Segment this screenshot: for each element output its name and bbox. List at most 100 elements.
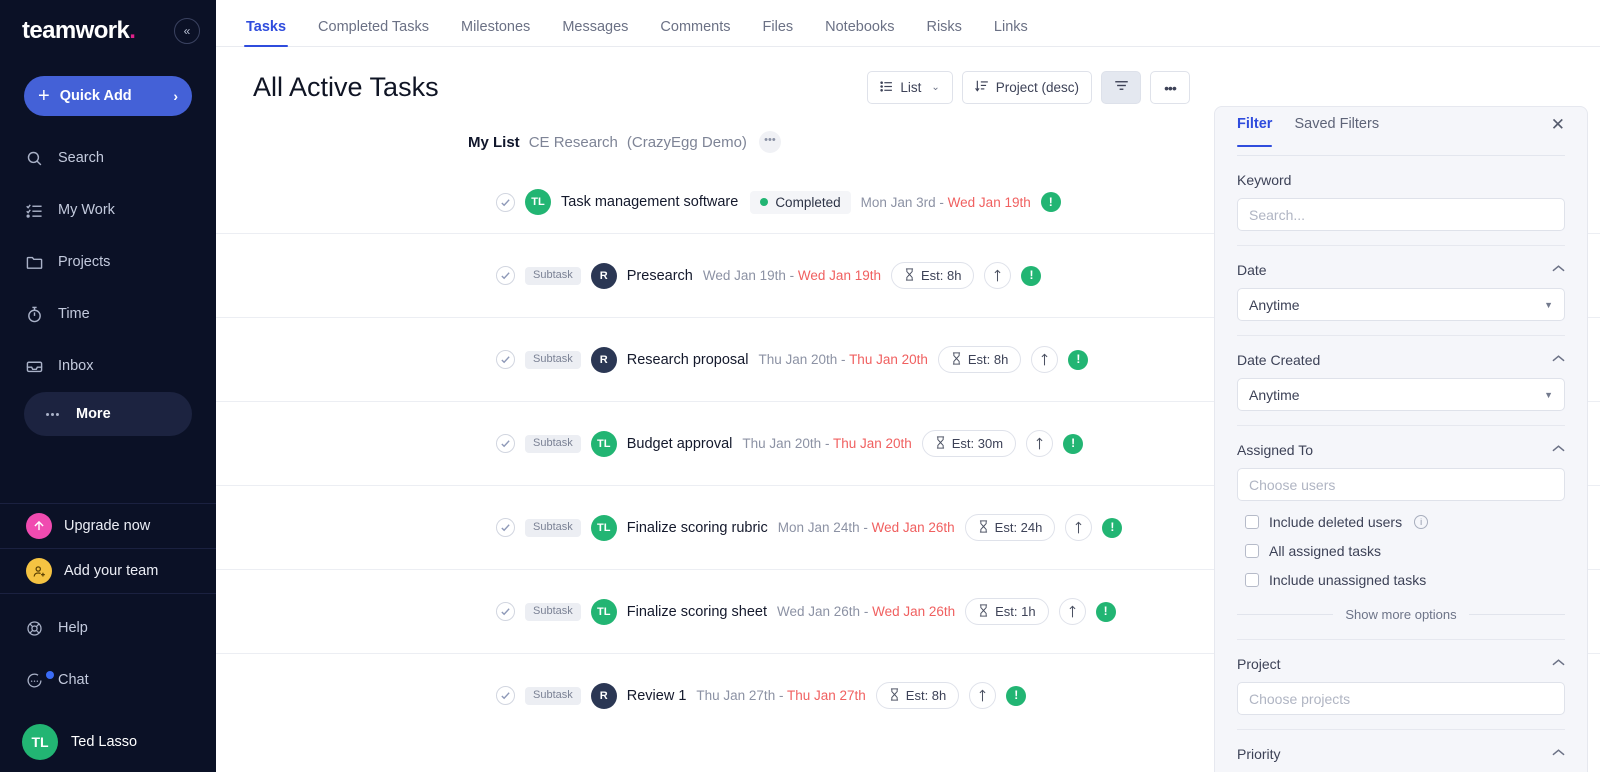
priority-badge[interactable]: ! (1068, 349, 1089, 370)
checkbox-box[interactable] (1245, 515, 1259, 529)
tab-notebooks[interactable]: Notebooks (809, 19, 910, 47)
close-icon[interactable]: ✕ (1551, 116, 1565, 147)
estimate-badge[interactable]: Est: 24h (964, 514, 1056, 541)
estimate-badge[interactable]: Est: 1h (965, 598, 1049, 625)
estimate-badge[interactable]: Est: 8h (890, 262, 975, 289)
user-profile-row[interactable]: TL Ted Lasso (0, 712, 216, 772)
task-complete-checkbox[interactable] (496, 518, 515, 537)
assignee-avatar[interactable]: TL (590, 598, 617, 625)
quick-add-button[interactable]: + Quick Add › (24, 76, 192, 116)
add-your-team-button[interactable]: Add your team (0, 549, 216, 593)
task-complete-checkbox[interactable] (496, 434, 515, 453)
chevron-up-icon[interactable] (1552, 264, 1565, 276)
move-task-button[interactable] (1031, 346, 1059, 373)
sidebar-item-my-work[interactable]: My Work (0, 184, 216, 236)
priority-badge[interactable]: ! (1102, 517, 1123, 538)
more-options-button[interactable]: ••• (1150, 71, 1190, 104)
task-name[interactable]: Presearch (627, 268, 693, 284)
priority-label: ! (1071, 436, 1076, 450)
task-complete-checkbox[interactable] (496, 602, 515, 621)
move-task-button[interactable] (1026, 430, 1054, 457)
chevron-up-icon[interactable] (1552, 444, 1565, 456)
assignee-avatar[interactable]: TL (590, 430, 617, 457)
choose-projects-input[interactable]: Choose projects (1237, 682, 1565, 715)
move-task-button[interactable] (969, 682, 997, 709)
estimate-badge[interactable]: Est: 8h (937, 346, 1022, 373)
tab-messages[interactable]: Messages (546, 19, 644, 47)
keyword-search-input[interactable]: Search... (1237, 198, 1565, 231)
assignee-avatar[interactable]: R (590, 262, 617, 289)
estimate-badge[interactable]: Est: 30m (921, 430, 1017, 457)
priority-badge[interactable]: ! (1021, 265, 1042, 286)
task-complete-checkbox[interactable] (496, 686, 515, 705)
sidebar-item-chat[interactable]: Chat (0, 654, 216, 706)
move-task-button[interactable] (1065, 514, 1093, 541)
checkbox-box[interactable] (1245, 573, 1259, 587)
sidebar-item-search[interactable]: Search (0, 132, 216, 184)
tab-filter[interactable]: Filter (1237, 116, 1273, 147)
task-complete-checkbox[interactable] (496, 266, 515, 285)
sidebar-item-inbox[interactable]: Inbox (0, 340, 216, 392)
sort-button[interactable]: Project (desc) (961, 71, 1092, 104)
estimate-badge[interactable]: Est: 8h (875, 682, 960, 709)
upgrade-now-button[interactable]: Upgrade now (0, 504, 216, 548)
priority-badge[interactable]: ! (1063, 433, 1084, 454)
search-icon (26, 150, 52, 167)
tab-saved-filters[interactable]: Saved Filters (1294, 116, 1379, 146)
sidebar-item-time[interactable]: Time (0, 288, 216, 340)
checkbox-box[interactable] (1245, 544, 1259, 558)
list-more-button[interactable]: ••• (758, 131, 781, 153)
date-created-value: Anytime (1249, 386, 1300, 403)
list-name[interactable]: My List (468, 134, 520, 151)
tab-milestones[interactable]: Milestones (445, 19, 546, 47)
tab-completed-tasks[interactable]: Completed Tasks (302, 19, 445, 47)
sidebar-item-more[interactable]: More (24, 392, 192, 436)
tab-files[interactable]: Files (747, 19, 810, 47)
tab-links[interactable]: Links (978, 19, 1044, 47)
assignee-avatar[interactable]: TL (590, 514, 617, 541)
priority-badge[interactable]: ! (1095, 601, 1116, 622)
info-icon[interactable]: i (1414, 515, 1429, 529)
task-name[interactable]: Finalize scoring rubric (627, 520, 768, 536)
tab-comments[interactable]: Comments (644, 19, 746, 47)
priority-badge[interactable]: ! (1006, 685, 1027, 706)
checkbox-include-deleted-users[interactable]: Include deleted users i (1237, 514, 1565, 530)
checkbox-all-assigned-tasks[interactable]: All assigned tasks (1237, 543, 1565, 559)
filter-toggle-button[interactable] (1101, 71, 1141, 104)
assignee-avatar[interactable]: TL (525, 189, 551, 215)
view-mode-button[interactable]: List ⌄ (867, 71, 953, 104)
task-name[interactable]: Budget approval (627, 436, 733, 452)
list-project-name[interactable]: CE Research (529, 134, 618, 151)
move-task-button[interactable] (1058, 598, 1086, 625)
move-task-button[interactable] (984, 262, 1012, 289)
assignee-avatar[interactable]: R (590, 682, 617, 709)
assignee-avatar[interactable]: R (590, 346, 617, 373)
choose-users-input[interactable]: Choose users (1237, 468, 1565, 501)
sidebar-item-label: More (76, 406, 111, 422)
task-dates: Mon Jan 3rd - Wed Jan 19th (861, 195, 1031, 210)
date-created-select[interactable]: Anytime ▼ (1237, 378, 1565, 411)
priority-badge[interactable]: ! (1040, 192, 1061, 212)
tab-risks[interactable]: Risks (910, 19, 977, 47)
chevron-up-icon[interactable] (1552, 748, 1565, 760)
date-separator: - (824, 436, 833, 451)
task-name[interactable]: Finalize scoring sheet (627, 604, 767, 620)
sidebar-item-projects[interactable]: Projects (0, 236, 216, 288)
collapse-sidebar-button[interactable]: « (174, 18, 200, 44)
chevron-up-icon[interactable] (1552, 658, 1565, 670)
date-select[interactable]: Anytime ▼ (1237, 288, 1565, 321)
status-badge[interactable]: Completed (750, 190, 851, 214)
task-name[interactable]: Task management software (561, 194, 738, 210)
main-area: Tasks Completed Tasks Milestones Message… (216, 0, 1600, 772)
task-name[interactable]: Review 1 (627, 688, 687, 704)
priority-label: Priority (1237, 746, 1281, 762)
chevron-up-icon[interactable] (1552, 354, 1565, 366)
task-name[interactable]: Research proposal (627, 352, 749, 368)
task-complete-checkbox[interactable] (496, 350, 515, 369)
show-more-options-button[interactable]: Show more options (1237, 607, 1565, 622)
sidebar-item-help[interactable]: Help (0, 602, 216, 654)
task-complete-checkbox[interactable] (496, 192, 515, 212)
priority-label-row: Priority (1237, 746, 1565, 762)
tab-tasks[interactable]: Tasks (230, 19, 302, 47)
checkbox-include-unassigned-tasks[interactable]: Include unassigned tasks (1237, 572, 1565, 588)
